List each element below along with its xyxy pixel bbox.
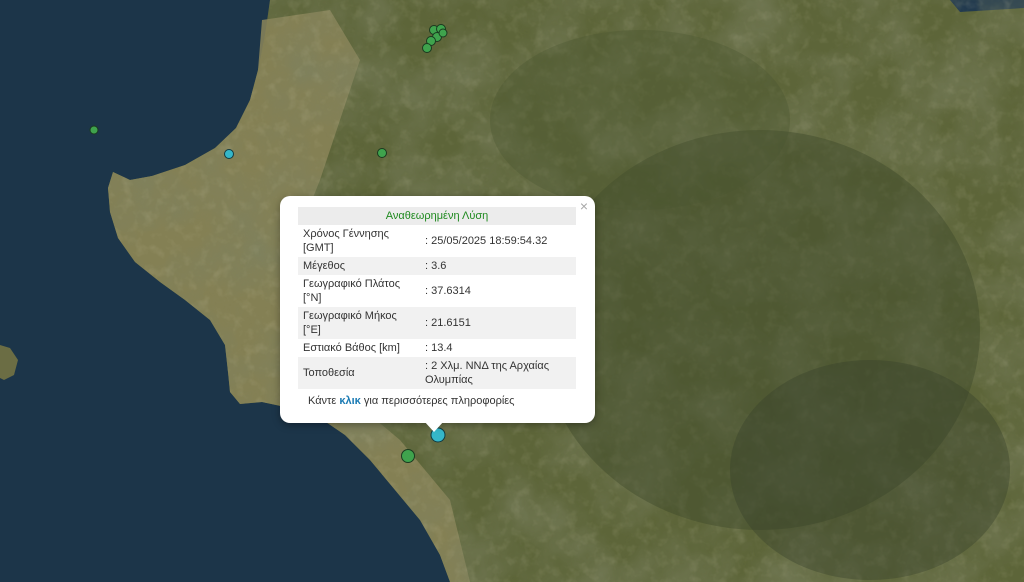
row-label-origin-time: Χρόνος Γέννησης [GMT]: [303, 228, 389, 254]
row-label-latitude: Γεωγραφικό Πλάτος [°N]: [303, 278, 401, 304]
row-label-longitude: Γεωγραφικό Μήκος [°E]: [298, 307, 416, 339]
earthquake-popup: × Αναθεωρημένη Λύση Χρόνος Γέννησης [GMT…: [280, 196, 595, 423]
table-row: Γεωγραφικό Πλάτος [°N] : 37.6314: [298, 275, 576, 307]
quake-marker[interactable]: [377, 148, 387, 158]
quake-marker[interactable]: [422, 43, 432, 53]
row-label-location: Τοποθεσία: [298, 357, 416, 389]
row-value-latitude: : 37.6314: [425, 285, 471, 297]
close-icon[interactable]: ×: [580, 199, 588, 213]
row-value-location: : 2 Χλμ. ΝΝΔ της Αρχαίας Ολυμπίας: [416, 357, 576, 389]
quake-marker[interactable]: [224, 149, 234, 159]
table-row: Γεωγραφικό Μήκος [°E] : 21.6151: [298, 307, 576, 339]
popup-pointer: [424, 421, 444, 432]
row-label-depth: Εστιακό Βάθος [km]: [303, 342, 400, 354]
earthquake-info-table: Αναθεωρημένη Λύση Χρόνος Γέννησης [GMT] …: [298, 207, 576, 389]
row-label-magnitude: Μέγεθος: [298, 257, 416, 275]
row-value-origin-time: : 25/05/2025 18:59:54.32: [425, 235, 548, 247]
more-info-link[interactable]: κλικ: [339, 395, 360, 407]
popup-header-row: Αναθεωρημένη Λύση: [298, 207, 576, 225]
more-info-text: Κάντε κλικ για περισσότερες πληροφορίες: [308, 395, 514, 407]
popup-title: Αναθεωρημένη Λύση: [298, 207, 576, 225]
quake-marker[interactable]: [89, 125, 99, 135]
more-info-prefix: Κάντε: [308, 395, 340, 407]
quake-marker[interactable]: [438, 28, 448, 38]
table-row: Τοποθεσία : 2 Χλμ. ΝΝΔ της Αρχαίας Ολυμπ…: [298, 357, 576, 389]
table-row: Εστιακό Βάθος [km] : 13.4: [298, 339, 576, 357]
quake-marker[interactable]: [401, 449, 415, 463]
row-value-magnitude: : 3.6: [416, 257, 576, 275]
row-value-depth: : 13.4: [425, 342, 453, 354]
table-row: Χρόνος Γέννησης [GMT] : 25/05/2025 18:59…: [298, 225, 576, 257]
more-info-suffix: για περισσότερες πληροφορίες: [360, 395, 515, 407]
row-value-longitude: : 21.6151: [416, 307, 576, 339]
table-row: Μέγεθος : 3.6: [298, 257, 576, 275]
